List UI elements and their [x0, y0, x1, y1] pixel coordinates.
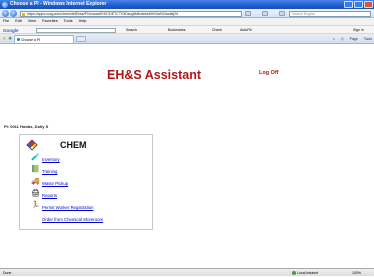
- menu-file[interactable]: File: [3, 19, 9, 23]
- search-placeholder: Search Engine: [292, 11, 315, 16]
- pi-label: PI: 0011 Hobbs, Dolly S: [4, 124, 49, 129]
- menu-item-permit-worker[interactable]: 🏃 Permit Worker Registration: [31, 202, 151, 212]
- google-toolbar: Google Search Bookmarks Check AutoFill S…: [0, 25, 374, 34]
- favorites-star-icon[interactable]: ★: [2, 36, 6, 42]
- menu-tools[interactable]: Tools: [64, 19, 73, 23]
- search-input[interactable]: Search Engine: [289, 10, 371, 17]
- tab-label: Choose a PI: [21, 38, 41, 42]
- minimize-button[interactable]: [344, 1, 353, 8]
- new-tab-button[interactable]: [76, 36, 86, 42]
- page-menu[interactable]: Page: [350, 37, 358, 41]
- lock-icon: [22, 12, 25, 16]
- hazard-diamond-icon: [26, 139, 38, 151]
- forward-icon[interactable]: ›: [10, 10, 17, 17]
- add-favorites-icon[interactable]: ✚: [8, 36, 12, 42]
- menu-favorites[interactable]: Favorites: [42, 19, 58, 23]
- logoff-link[interactable]: Log Off: [259, 70, 279, 76]
- address-field[interactable]: https://apps.ucsg.edu/chem/defEhsa/PI/ch…: [20, 10, 242, 17]
- globe-icon: [292, 270, 296, 275]
- waste-pickup-link[interactable]: Waste Pickup: [42, 181, 68, 186]
- tab-favicon: [16, 38, 20, 41]
- address-url: https://apps.ucsg.edu/chem/defEhsa/PI/ch…: [27, 11, 178, 16]
- reports-link[interactable]: Reports: [42, 193, 57, 198]
- truck-icon: 🚚: [31, 178, 40, 185]
- print-icon[interactable]: ⎙: [341, 37, 344, 41]
- order-storeroom-link[interactable]: Order from Chemical Storeroom: [42, 217, 103, 222]
- back-icon[interactable]: ‹: [2, 10, 9, 17]
- navigation-bar: ‹ › https://apps.ucsg.edu/chem/defEhsa/P…: [0, 9, 374, 18]
- stop-icon[interactable]: [262, 11, 268, 16]
- window-titlebar: Choose a PI - Windows Internet Explorer: [0, 0, 374, 9]
- menu-edit[interactable]: Edit: [15, 19, 22, 23]
- training-link[interactable]: Training: [42, 169, 57, 174]
- tab-bar: ★ ✚ Choose a PI ⌂ ⎙ Page Tools: [0, 34, 374, 44]
- menu-item-waste-pickup[interactable]: 🚚 Waste Pickup: [31, 178, 151, 188]
- menu-bar: File Edit View Favorites Tools Help: [0, 18, 374, 25]
- tools-menu[interactable]: Tools: [364, 37, 372, 41]
- menu-item-order-storeroom[interactable]: Order from Chemical Storeroom: [31, 214, 151, 224]
- menu-view[interactable]: View: [28, 19, 36, 23]
- close-button[interactable]: [364, 1, 373, 8]
- menu-item-inventory[interactable]: 🧪 Inventory: [31, 154, 151, 164]
- status-bar: Done Local intranet 100%: [0, 268, 374, 276]
- zone-label: Local intranet: [297, 271, 319, 275]
- refresh-icon[interactable]: [245, 11, 251, 16]
- page-title: EH&S Assistant: [107, 68, 202, 82]
- window-title: Choose a PI - Windows Internet Explorer: [10, 1, 107, 7]
- maximize-button[interactable]: [354, 1, 363, 8]
- command-bar: ⌂ ⎙ Page Tools: [328, 34, 372, 44]
- page-content: EH&S Assistant Log Off PI: 0011 Hobbs, D…: [0, 44, 374, 268]
- google-search-input[interactable]: [36, 28, 116, 33]
- chem-menu-panel: CHEM 🧪 Inventory 📗 Training 🚚 Waste Pick…: [19, 134, 153, 230]
- menu-item-training[interactable]: 📗 Training: [31, 166, 151, 176]
- permit-worker-link[interactable]: Permit Worker Registration: [42, 205, 94, 210]
- rss-icon[interactable]: [279, 11, 285, 16]
- menu-help[interactable]: Help: [79, 19, 87, 23]
- training-icon: 📗: [31, 166, 40, 173]
- panel-title: CHEM: [60, 140, 87, 150]
- menu-item-reports[interactable]: 🖨 Reports: [31, 190, 151, 200]
- browser-icon: [2, 1, 8, 8]
- inventory-link[interactable]: Inventory: [42, 157, 60, 162]
- home-icon[interactable]: ⌂: [333, 37, 335, 41]
- tab-choose-pi[interactable]: Choose a PI: [14, 35, 74, 43]
- flask-icon: 🧪: [31, 154, 40, 161]
- worker-icon: 🏃: [31, 202, 40, 209]
- printer-icon: 🖨: [31, 190, 40, 197]
- window-controls: [344, 1, 373, 8]
